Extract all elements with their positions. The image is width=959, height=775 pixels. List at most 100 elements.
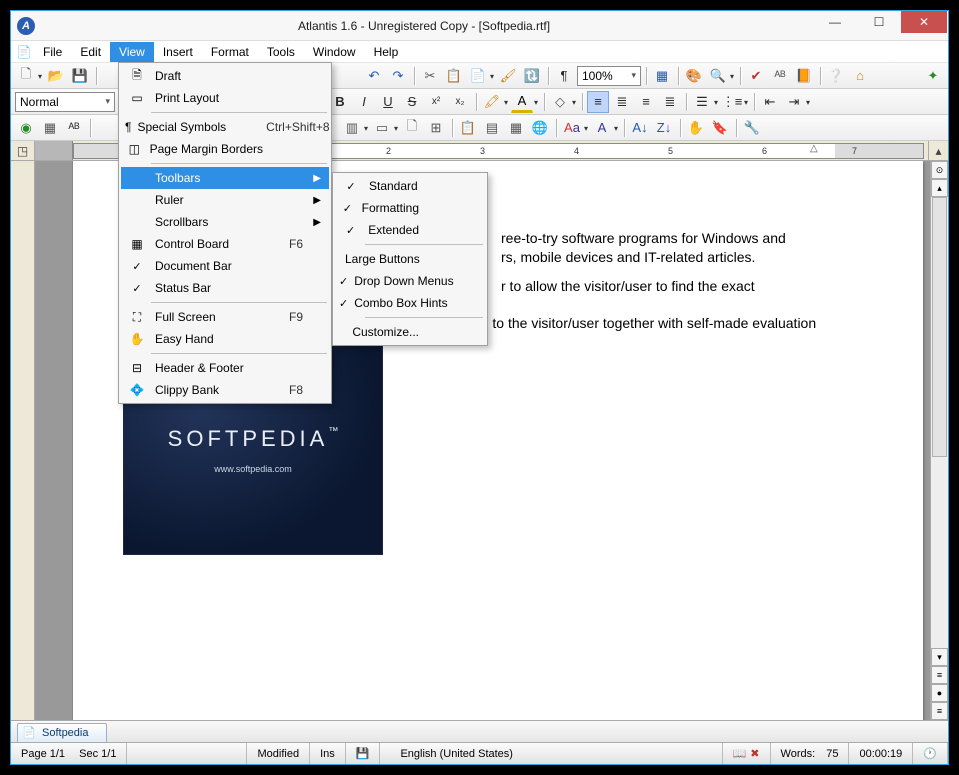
menu-view[interactable]: View: [110, 42, 154, 62]
autocorrect-button[interactable]: ᴬᴮ: [769, 65, 791, 87]
clear-format-button[interactable]: ◇: [549, 91, 571, 113]
toolbars-submenu-extended[interactable]: Extended: [335, 219, 485, 241]
view-menu-control-board[interactable]: ▦Control BoardF6: [121, 233, 329, 255]
view-menu-clippy-bank[interactable]: 💠Clippy BankF8: [121, 379, 329, 401]
undo-button[interactable]: ↶: [363, 65, 385, 87]
cut-button[interactable]: ✂: [419, 65, 441, 87]
copy-button[interactable]: 📋: [443, 65, 465, 87]
ext-btn-5[interactable]: ▭: [371, 117, 393, 139]
status-spell-icon[interactable]: 📖✖: [723, 743, 771, 764]
spellcheck-button[interactable]: ✔: [745, 65, 767, 87]
toolbars-submenu-formatting[interactable]: Formatting: [335, 197, 485, 219]
tab-softpedia[interactable]: Softpedia: [17, 723, 107, 742]
view-menu-page-margin-borders[interactable]: ◫Page Margin Borders: [121, 138, 329, 160]
columns-button[interactable]: ▥: [341, 117, 363, 139]
view-menu-status-bar[interactable]: Status Bar: [121, 277, 329, 299]
zoom-input[interactable]: [582, 69, 627, 83]
menu-window[interactable]: Window: [304, 42, 365, 62]
view-menu-ruler[interactable]: Ruler▶: [121, 189, 329, 211]
vertical-scrollbar[interactable]: ⊙ ▴ ▾ ≡ ● ≡: [930, 161, 948, 720]
view-menu-header-footer[interactable]: ⊟Header & Footer: [121, 357, 329, 379]
toolbars-submenu-combo-box-hints[interactable]: Combo Box Hints: [335, 292, 485, 314]
strike-button[interactable]: S: [401, 91, 423, 113]
ruler-scroll-up-icon[interactable]: ▴: [928, 141, 948, 160]
scroll-next-page-icon[interactable]: ≡: [931, 702, 948, 720]
scroll-browse-icon[interactable]: ●: [931, 684, 948, 702]
toolbars-submenu-large-buttons[interactable]: Large Buttons: [335, 248, 485, 270]
subscript-button[interactable]: x₂: [449, 91, 471, 113]
close-button[interactable]: ✕: [901, 11, 947, 33]
align-justify-button[interactable]: ≣: [659, 91, 681, 113]
align-right-button[interactable]: ≡: [635, 91, 657, 113]
tool-button[interactable]: 🔧: [741, 117, 763, 139]
scroll-thumb[interactable]: [932, 197, 947, 457]
save-button[interactable]: 💾: [69, 65, 91, 87]
numbering-button[interactable]: ⋮≡: [721, 91, 743, 113]
ext-btn-2[interactable]: ▦: [39, 117, 61, 139]
status-clock-icon[interactable]: 🕐: [913, 743, 948, 764]
menu-insert[interactable]: Insert: [154, 42, 202, 62]
bookmark-button[interactable]: 🔖: [709, 117, 731, 139]
redo-button[interactable]: ↷: [387, 65, 409, 87]
menu-file[interactable]: File: [34, 42, 71, 62]
view-menu-toolbars[interactable]: Toolbars▶: [121, 167, 329, 189]
control-board-button[interactable]: ▦: [651, 65, 673, 87]
app-menu-icon[interactable]: 📄: [14, 44, 34, 60]
font-color-button[interactable]: A: [511, 91, 533, 113]
view-menu-print-layout[interactable]: ▭Print Layout: [121, 87, 329, 109]
palette-button[interactable]: 🎨: [683, 65, 705, 87]
repeat-button[interactable]: 🔃: [521, 65, 543, 87]
align-center-button[interactable]: ≣: [611, 91, 633, 113]
hand-button[interactable]: ✋: [685, 117, 707, 139]
bold-button[interactable]: B: [329, 91, 351, 113]
scroll-top-target-icon[interactable]: ⊙: [931, 161, 948, 179]
toolbars-submenu-customize-[interactable]: Customize...: [335, 321, 485, 343]
paragraph-marks-button[interactable]: ¶: [553, 65, 575, 87]
corner-icon[interactable]: ✦: [922, 65, 944, 87]
ext-btn-10[interactable]: ▦: [505, 117, 527, 139]
case2-button[interactable]: A: [591, 117, 613, 139]
format-painter-button[interactable]: 🖌: [497, 65, 519, 87]
view-menu-scrollbars[interactable]: Scrollbars▶: [121, 211, 329, 233]
help-button[interactable]: ❔: [825, 65, 847, 87]
status-language[interactable]: English (United States): [380, 743, 722, 764]
scroll-down-button[interactable]: ▾: [931, 648, 948, 666]
selection-bar[interactable]: [35, 161, 73, 720]
status-ins[interactable]: Ins: [310, 743, 346, 764]
menu-help[interactable]: Help: [365, 42, 408, 62]
align-left-button[interactable]: ≡: [587, 91, 609, 113]
ext-btn-9[interactable]: ▤: [481, 117, 503, 139]
toolbars-submenu-standard[interactable]: Standard: [335, 175, 485, 197]
ext-btn-3[interactable]: ᴬᴮ: [63, 117, 85, 139]
thesaurus-button[interactable]: 📙: [793, 65, 815, 87]
case-button[interactable]: Aa: [561, 117, 583, 139]
zoom-combo[interactable]: ▾: [577, 66, 641, 86]
new-doc-button[interactable]: 🗋: [15, 65, 37, 87]
sort-desc-button[interactable]: Z↓: [653, 117, 675, 139]
vertical-ruler[interactable]: [11, 161, 35, 720]
underline-button[interactable]: U: [377, 91, 399, 113]
view-menu-document-bar[interactable]: Document Bar: [121, 255, 329, 277]
style-combo[interactable]: ▾: [15, 92, 115, 112]
ext-btn-8[interactable]: 📋: [457, 117, 479, 139]
ext-btn-11[interactable]: 🌐: [529, 117, 551, 139]
status-save-icon[interactable]: 💾: [346, 743, 381, 764]
ext-btn-7[interactable]: ⊞: [425, 117, 447, 139]
indent-button[interactable]: ⇥: [783, 91, 805, 113]
maximize-button[interactable]: ☐: [857, 11, 901, 33]
ext-btn-6[interactable]: 🗋: [401, 117, 423, 139]
view-menu-full-screen[interactable]: ⛶Full ScreenF9: [121, 306, 329, 328]
menu-format[interactable]: Format: [202, 42, 258, 62]
style-input[interactable]: [20, 95, 101, 109]
italic-button[interactable]: I: [353, 91, 375, 113]
menu-edit[interactable]: Edit: [71, 42, 110, 62]
bullets-button[interactable]: ☰: [691, 91, 713, 113]
view-menu-easy-hand[interactable]: ✋Easy Hand: [121, 328, 329, 350]
scroll-up-button[interactable]: ▴: [931, 179, 948, 197]
ruler-corner-icon[interactable]: ◳: [11, 141, 35, 160]
superscript-button[interactable]: x²: [425, 91, 447, 113]
toolbars-submenu-drop-down-menus[interactable]: Drop Down Menus: [335, 270, 485, 292]
scroll-prev-page-icon[interactable]: ≡: [931, 666, 948, 684]
find-button[interactable]: 🔍: [707, 65, 729, 87]
sort-asc-button[interactable]: A↓: [629, 117, 651, 139]
